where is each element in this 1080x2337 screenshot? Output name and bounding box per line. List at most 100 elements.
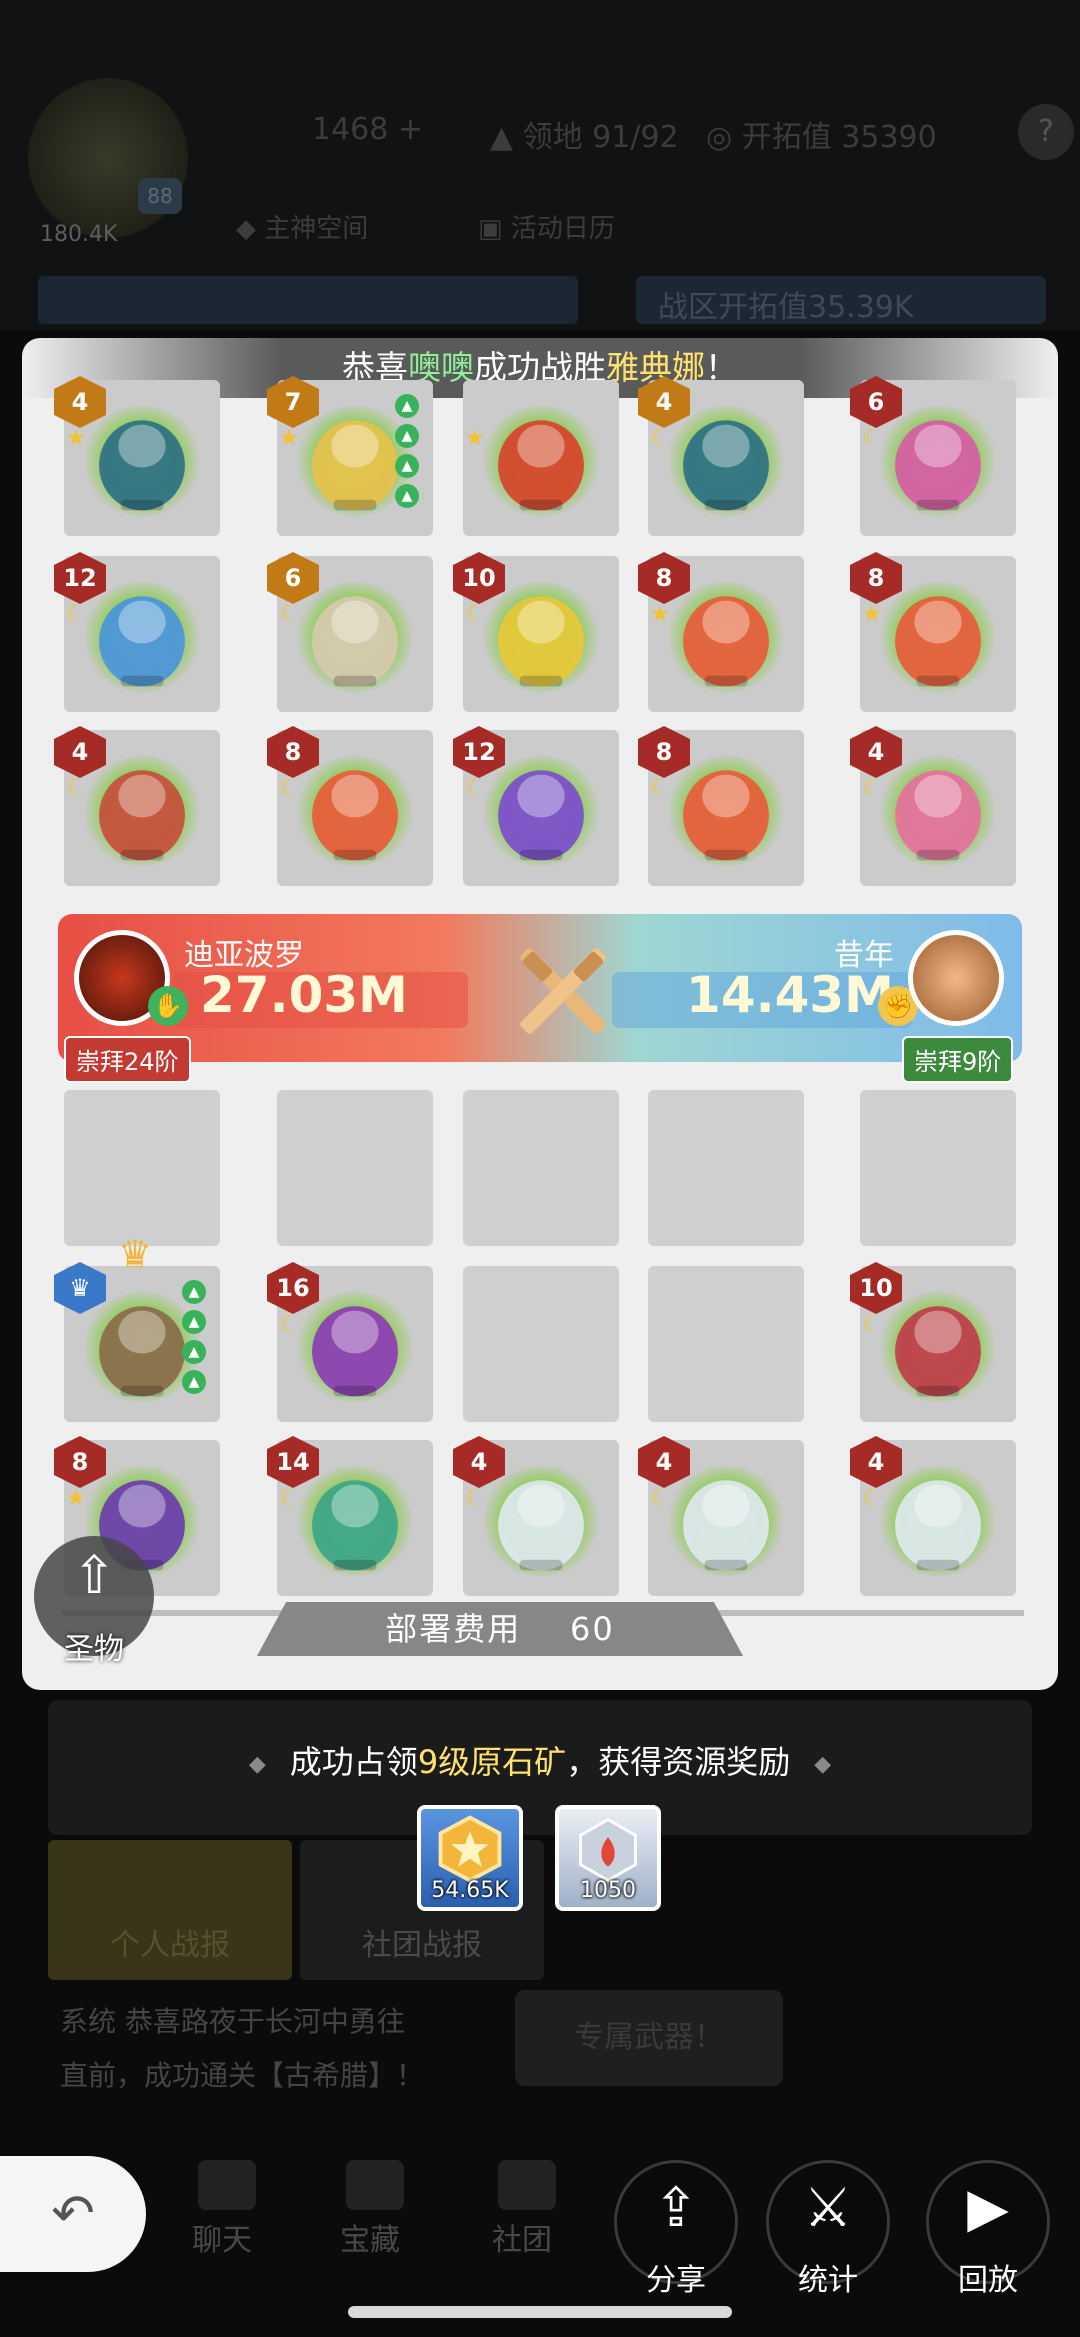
player-unit-slot[interactable] [277, 1090, 433, 1246]
left-banner [38, 276, 578, 324]
exclusive-weapon-button[interactable]: 专属武器！ [515, 1990, 783, 2086]
moon-icon: ☾ [66, 776, 86, 801]
bronze-cauldron-icon [86, 398, 198, 522]
player-unit-slot[interactable]: 10 ☾ [850, 1262, 1016, 1422]
calendar-icon: ▣ [478, 214, 503, 244]
moon-icon: ☾ [465, 602, 485, 627]
back-button[interactable]: ↶ [0, 2156, 146, 2272]
star-icon: ★ [66, 1486, 86, 1511]
upgrade-arrow-icon: ▲ [182, 1310, 206, 1334]
player-unit-slot[interactable] [463, 1266, 619, 1422]
deploy-cost: 部署费用 60 [257, 1602, 743, 1656]
moon-icon: ☾ [465, 1486, 485, 1511]
upgrade-arrows: ▲ ▲ ▲ ▲ [395, 394, 419, 508]
nav-guild[interactable]: 社团 [492, 2215, 552, 2259]
reward-ore-crystal[interactable]: 1050 [555, 1805, 661, 1911]
player-avatar [28, 78, 188, 238]
enemy-unit-slot[interactable]: 4 ☾ [638, 376, 804, 536]
moon-icon: ☾ [279, 776, 299, 801]
upgrade-arrow-icon: ▲ [182, 1370, 206, 1394]
enemy-unit-slot[interactable]: 8 ★ [638, 552, 804, 712]
moon-icon: ☾ [862, 1312, 882, 1337]
enemy-unit-slot[interactable]: 8 ☾ [267, 726, 433, 886]
player-unit-slot[interactable]: ♛ ▲ ▲ ▲ ▲ ♛ [54, 1232, 220, 1422]
player-unit-slot[interactable] [648, 1266, 804, 1422]
nav-chat[interactable]: 聊天 [192, 2215, 252, 2259]
help-icon[interactable]: ? [1018, 104, 1074, 160]
space-icon: ◆ [236, 214, 256, 244]
player-unit-slot[interactable]: 4 ☾ [638, 1436, 804, 1596]
enemy-unit-slot[interactable]: 10 ☾ [453, 552, 619, 712]
upgrade-arrow-icon: ▲ [182, 1340, 206, 1364]
right-commander-name: 昔年 [834, 938, 894, 973]
treasure-icon[interactable] [346, 2160, 404, 2210]
upgrade-arrow-icon: ▲ [182, 1280, 206, 1304]
replay-button[interactable]: ▶ 回放 [926, 2160, 1050, 2298]
diamond-icon: ◆ [248, 1751, 266, 1777]
clapperboard-icon: ▶ [967, 2176, 1009, 2239]
return-arrow-icon: ↶ [51, 2184, 95, 2244]
player-unit-slot[interactable] [463, 1090, 619, 1246]
enemy-unit-slot[interactable]: 7 ★ ▲ ▲ ▲ ▲ [267, 376, 433, 536]
enemy-unit-slot[interactable]: 4 ☾ [850, 726, 1016, 886]
moon-icon: ☾ [465, 776, 485, 801]
enemy-unit-slot[interactable]: 8 ★ [850, 552, 1016, 712]
upgrade-arrow-icon: ▲ [395, 394, 419, 418]
enemy-unit-slot[interactable]: 4 ★ [54, 376, 220, 536]
enemy-unit-slot[interactable]: 6 ☾ [850, 376, 1016, 536]
player-unit-slot[interactable]: 14 ☾ [267, 1436, 433, 1596]
gem-count: 1468 + [312, 112, 424, 147]
upload-arrow-icon: ⇧ [72, 1546, 116, 1606]
star-icon: ★ [279, 426, 299, 451]
target-icon: ◎ [706, 120, 733, 155]
guild-icon[interactable] [498, 2160, 556, 2210]
god-space-link[interactable]: ◆ 主神空间 [236, 208, 368, 245]
moon-icon: ☾ [650, 776, 670, 801]
moon-icon: ☾ [279, 1312, 299, 1337]
sword-stats-icon: ⚔ [803, 2176, 853, 2239]
enemy-unit-slot[interactable]: ★ [463, 380, 619, 536]
upgrade-arrows: ▲ ▲ ▲ ▲ [182, 1280, 206, 1394]
share-button[interactable]: ⇪ 分享 [614, 2160, 738, 2298]
star-icon: ★ [650, 602, 670, 627]
moon-icon: ☾ [279, 1486, 299, 1511]
player-unit-slot[interactable]: 4 ☾ [453, 1436, 619, 1596]
enemy-unit-slot[interactable]: 4 ☾ [54, 726, 220, 886]
player-level-badge: 88 [138, 178, 182, 214]
relic-button[interactable]: ⇧ 圣物 [34, 1536, 154, 1667]
left-worship-rank: 崇拜24阶 [64, 1036, 191, 1083]
tab-personal-report[interactable]: 个人战报 [48, 1840, 292, 1980]
player-unit-slot[interactable] [860, 1090, 1016, 1246]
enemy-unit-slot[interactable]: 12 ☾ [453, 726, 619, 886]
system-log: 系统 恭喜路夜于长河中勇往 直前，成功通关【古希腊】！ [60, 2005, 425, 2092]
territory-icon: ▲ [490, 120, 514, 155]
diamond-icon: ◆ [814, 1751, 832, 1777]
calendar-link[interactable]: ▣ 活动日历 [478, 208, 615, 245]
star-icon: ★ [465, 426, 485, 451]
crown-icon: ♛ [118, 1232, 153, 1276]
upgrade-arrow-icon: ▲ [395, 424, 419, 448]
chat-icon[interactable] [198, 2160, 256, 2210]
stats-button[interactable]: ⚔ 统计 [766, 2160, 890, 2298]
enemy-unit-slot[interactable]: 6 ☾ [267, 552, 433, 712]
upgrade-arrow-icon: ▲ [395, 454, 419, 478]
enemy-unit-slot[interactable]: 8 ☾ [638, 726, 804, 886]
left-power-value: 27.03M [200, 966, 408, 1024]
right-banner: 战区开拓值35.39K [636, 276, 1046, 325]
player-unit-slot[interactable] [64, 1090, 220, 1246]
hand-icon: ✋ [148, 986, 188, 1026]
moon-icon: ☾ [66, 602, 86, 627]
moon-icon: ☾ [862, 1486, 882, 1511]
moon-icon: ☾ [279, 602, 299, 627]
player-unit-slot[interactable]: 4 ☾ [850, 1436, 1016, 1596]
player-unit-slot[interactable] [648, 1090, 804, 1246]
home-indicator [348, 2306, 732, 2318]
relic-label: 圣物 [64, 1632, 124, 1667]
upgrade-arrow-icon: ▲ [395, 484, 419, 508]
right-power-value: 14.43M [686, 966, 894, 1024]
player-unit-slot[interactable]: 16 ☾ [267, 1262, 433, 1422]
reward-gold-medal[interactable]: 54.65K [417, 1805, 523, 1911]
enemy-unit-slot[interactable]: 12 ☾ [54, 552, 220, 712]
nav-treasure[interactable]: 宝藏 [340, 2215, 400, 2259]
right-commander-avatar[interactable] [908, 930, 1004, 1026]
